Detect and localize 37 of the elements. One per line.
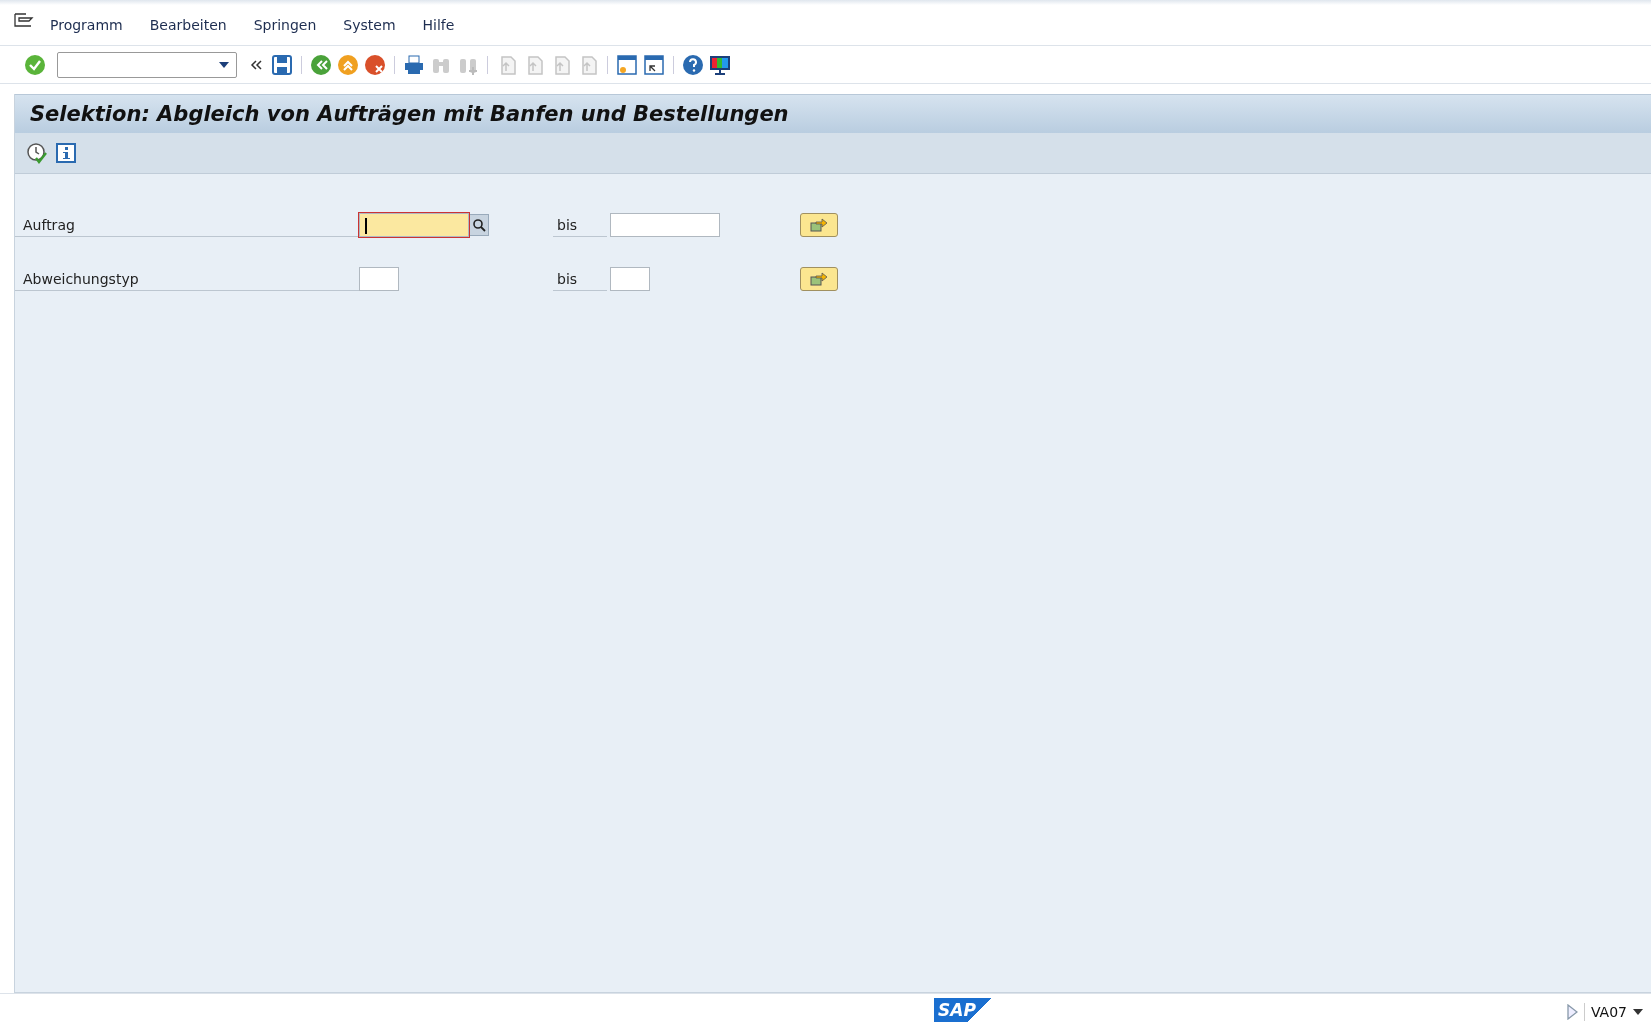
save-icon[interactable] bbox=[271, 53, 293, 76]
shortcut-window-icon[interactable] bbox=[643, 53, 665, 76]
sap-logo: SAP bbox=[934, 998, 992, 1022]
input-field[interactable] bbox=[610, 213, 720, 237]
arrow-folder-icon bbox=[809, 271, 829, 287]
enter-check-icon[interactable] bbox=[24, 53, 46, 76]
field-label: bis bbox=[553, 271, 607, 291]
back-icon[interactable] bbox=[310, 53, 332, 76]
multiple-selection-button[interactable] bbox=[800, 267, 838, 291]
input-field[interactable] bbox=[610, 267, 650, 291]
command-field[interactable] bbox=[57, 51, 237, 78]
search-help-button[interactable] bbox=[469, 214, 489, 236]
menu-item[interactable]: System bbox=[343, 17, 396, 33]
new-window-icon[interactable] bbox=[616, 53, 638, 76]
screen-title: Selektion: Abgleich von Aufträgen mit Banfen und Bestellungen bbox=[30, 102, 789, 126]
multiple-selection-button[interactable] bbox=[800, 213, 838, 237]
input-field[interactable] bbox=[359, 267, 399, 291]
menu-item[interactable]: Programm bbox=[50, 17, 123, 33]
monitor-icon[interactable] bbox=[709, 53, 731, 76]
menu-item[interactable]: Springen bbox=[253, 17, 317, 33]
collapse-icon[interactable] bbox=[250, 59, 262, 70]
info-icon[interactable] bbox=[56, 143, 76, 163]
cancel-icon[interactable] bbox=[364, 53, 386, 76]
dropdown-icon[interactable] bbox=[1633, 1007, 1643, 1016]
arrow-folder-icon bbox=[809, 217, 829, 233]
input-field[interactable] bbox=[359, 213, 469, 237]
menu-item[interactable]: Bearbeiten bbox=[149, 17, 227, 33]
help-icon[interactable] bbox=[682, 53, 704, 76]
dropdown-icon[interactable] bbox=[218, 60, 230, 69]
play-icon[interactable] bbox=[1565, 1003, 1578, 1020]
menu-item[interactable]: Hilfe bbox=[422, 17, 455, 33]
menu-icon[interactable] bbox=[14, 12, 34, 28]
field-label: bis bbox=[553, 217, 607, 237]
field-label: Abweichungstyp bbox=[15, 271, 359, 291]
execute-clock-icon[interactable] bbox=[26, 142, 48, 164]
print-icon[interactable] bbox=[403, 53, 425, 76]
transaction-code: VA07 bbox=[1590, 1003, 1627, 1020]
